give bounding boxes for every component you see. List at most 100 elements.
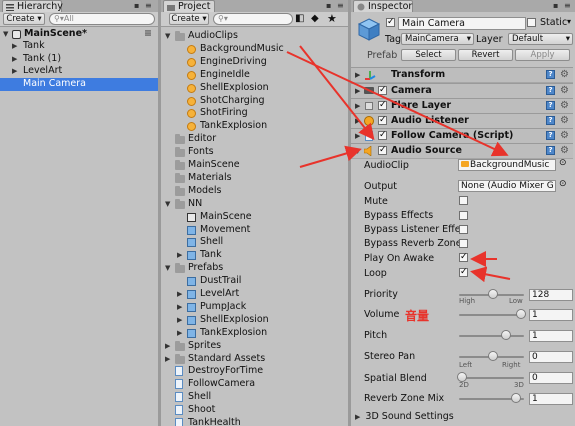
project-lock-icon[interactable]: ▪ (326, 1, 331, 10)
component-enabled-checkbox[interactable]: ✓ (378, 101, 387, 110)
favorite-star-icon[interactable]: ★ (327, 12, 337, 25)
scene-row[interactable]: ▼ MainScene* ≡ (0, 28, 158, 41)
hierarchy-item[interactable]: ▶ Tank (1) (0, 53, 158, 66)
pitch-input[interactable]: 1 (529, 330, 573, 342)
filter-type-icon[interactable]: ◧ (295, 13, 304, 24)
expand-right-icon[interactable]: ▶ (177, 288, 182, 301)
component-enabled-checkbox[interactable]: ✓ (378, 86, 387, 95)
static-checkbox[interactable] (527, 18, 536, 27)
help-book-icon[interactable]: ? (546, 70, 555, 79)
help-book-icon[interactable]: ? (546, 146, 555, 155)
inspector-lock-icon[interactable]: ▪ (553, 1, 558, 10)
loop-checkbox[interactable]: ✓ (459, 268, 468, 277)
object-picker-icon[interactable]: ⊙ (559, 158, 567, 168)
component-audio-source[interactable]: ▼ ✓ Audio Source ? ⚙ (351, 143, 573, 159)
project-tree-item[interactable]: ▶ ShellExplosion (161, 314, 348, 327)
project-tree-item[interactable]: Shell (161, 391, 348, 404)
project-tree-item[interactable]: Fonts (161, 146, 348, 159)
component-audio-listener[interactable]: ▶ ✓ Audio Listener ? ⚙ (351, 113, 573, 129)
component-flare-layer[interactable]: ▶ ✓ Flare Layer ? ⚙ (351, 98, 573, 114)
volume-slider-track[interactable] (459, 314, 524, 316)
volume-input[interactable]: 1 (529, 309, 573, 321)
project-tree-item[interactable]: ▼ Prefabs (161, 262, 348, 275)
expand-right-icon[interactable]: ▶ (355, 99, 360, 113)
expand-right-icon[interactable]: ▶ (12, 65, 17, 78)
prefab-revert-button[interactable]: Revert (458, 49, 513, 61)
hierarchy-item[interactable]: ▶ Tank (0, 40, 158, 53)
project-tree-item[interactable]: ▶ Sprites (161, 340, 348, 353)
component-enabled-checkbox[interactable]: ✓ (378, 131, 387, 140)
layer-dropdown[interactable]: Default ▾ (508, 33, 573, 45)
project-tree-item[interactable]: ▼ NN (161, 198, 348, 211)
object-picker-icon[interactable]: ⊙ (559, 179, 567, 189)
gear-icon[interactable]: ⚙ (560, 84, 569, 98)
project-tree-item[interactable]: EngineDriving (161, 56, 348, 69)
expand-down-icon[interactable]: ▼ (165, 30, 170, 43)
help-book-icon[interactable]: ? (546, 131, 555, 140)
hierarchy-create-button[interactable]: Create ▾ (3, 13, 45, 25)
project-tree-item[interactable]: ShellExplosion (161, 82, 348, 95)
pitch-slider-track[interactable] (459, 335, 524, 337)
project-search-input[interactable]: ⚲▾ (213, 13, 293, 25)
help-book-icon[interactable]: ? (546, 86, 555, 95)
mute-checkbox[interactable] (459, 196, 468, 205)
play-on-awake-checkbox[interactable]: ✓ (459, 253, 468, 262)
help-book-icon[interactable]: ? (546, 101, 555, 110)
project-tree-item[interactable]: Movement (161, 224, 348, 237)
gear-icon[interactable]: ⚙ (560, 114, 569, 128)
reverb-mix-slider-knob[interactable] (511, 393, 521, 403)
project-tree-item[interactable]: ▶ TankExplosion (161, 327, 348, 340)
expand-down-icon[interactable]: ▼ (165, 262, 170, 275)
expand-right-icon[interactable]: ▶ (165, 353, 170, 366)
inspector-tab[interactable]: Inspector (353, 0, 413, 12)
expand-right-icon[interactable]: ▶ (177, 249, 182, 262)
output-field[interactable]: None (Audio Mixer G (458, 180, 556, 192)
hierarchy-tab[interactable]: Hierarchy (2, 0, 63, 12)
active-checkbox[interactable]: ✓ (386, 18, 395, 27)
expand-right-icon[interactable]: ▶ (177, 314, 182, 327)
component-enabled-checkbox[interactable]: ✓ (378, 116, 387, 125)
expand-right-icon[interactable]: ▶ (355, 413, 360, 421)
spatial-blend-input[interactable]: 0 (529, 372, 573, 384)
stereo-pan-slider-knob[interactable] (488, 351, 498, 361)
project-tree-item[interactable]: FollowCamera (161, 378, 348, 391)
project-tree-item[interactable]: ▶ Tank (161, 249, 348, 262)
project-tree-item[interactable]: MainScene (161, 211, 348, 224)
gear-icon[interactable]: ⚙ (560, 68, 569, 82)
priority-input[interactable]: 128 (529, 289, 573, 301)
expand-right-icon[interactable]: ▶ (355, 129, 360, 143)
tag-dropdown[interactable]: MainCamera ▾ (401, 33, 474, 45)
expand-right-icon[interactable]: ▶ (355, 84, 360, 98)
project-tree-item[interactable]: ▶ Standard Assets (161, 353, 348, 366)
expand-right-icon[interactable]: ▶ (12, 40, 17, 53)
help-book-icon[interactable]: ? (546, 116, 555, 125)
filter-label-icon[interactable]: ◆ (311, 13, 319, 24)
hierarchy-lock-icon[interactable]: ▪ (134, 1, 139, 10)
pitch-slider-knob[interactable] (501, 330, 511, 340)
project-tree-item[interactable]: DestroyForTime (161, 365, 348, 378)
expand-down-icon[interactable]: ▼ (3, 28, 8, 41)
component-follow-camera[interactable]: ▶ ✓ Follow Camera (Script) ? ⚙ (351, 128, 573, 144)
reverb-mix-input[interactable]: 1 (529, 393, 573, 405)
hierarchy-item-selected[interactable]: Main Camera (0, 78, 158, 91)
project-tree-item[interactable]: ShotCharging (161, 95, 348, 108)
project-tree-item[interactable]: Models (161, 185, 348, 198)
gear-icon[interactable]: ⚙ (560, 99, 569, 113)
project-tab[interactable]: Project (163, 0, 215, 12)
inspector-menu-icon[interactable]: ≡ (564, 1, 571, 10)
stereo-pan-input[interactable]: 0 (529, 351, 573, 363)
expand-down-icon[interactable]: ▼ (165, 198, 170, 211)
audioclip-field[interactable]: BackgroundMusic (458, 159, 556, 171)
expand-right-icon[interactable]: ▶ (177, 327, 182, 340)
project-tree-item[interactable]: ShotFiring (161, 107, 348, 120)
scene-menu-icon[interactable]: ≡ (144, 28, 152, 41)
hierarchy-menu-icon[interactable]: ≡ (145, 1, 152, 10)
hierarchy-item[interactable]: ▶ LevelArt (0, 65, 158, 78)
expand-down-icon[interactable]: ▼ (355, 144, 360, 158)
project-tree-item[interactable]: Materials (161, 172, 348, 185)
expand-right-icon[interactable]: ▶ (355, 114, 360, 128)
project-tree-item[interactable]: MainScene (161, 159, 348, 172)
object-name-input[interactable]: Main Camera (398, 17, 526, 30)
project-tree-item[interactable]: ▶ PumpJack (161, 301, 348, 314)
sound3d-foldout[interactable]: ▶ 3D Sound Settings (355, 411, 454, 422)
